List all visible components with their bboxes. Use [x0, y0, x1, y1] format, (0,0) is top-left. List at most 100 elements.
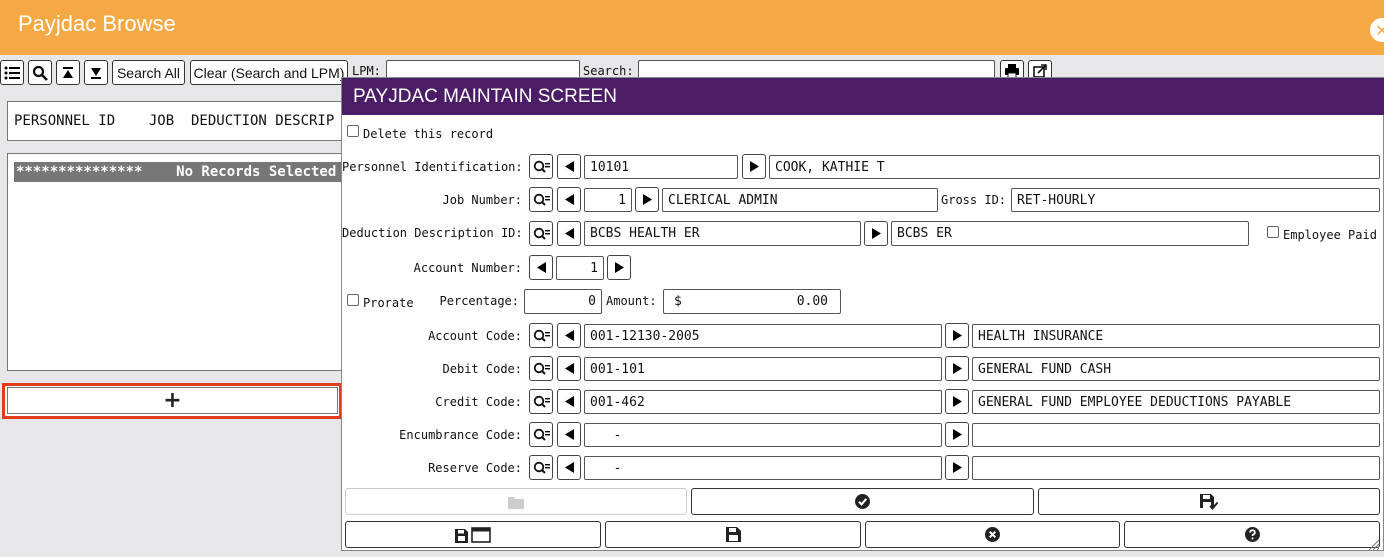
credit-code-lookup-button[interactable]: [529, 389, 553, 414]
list-item[interactable]: *************** No Records Selected: [14, 162, 352, 182]
open-folder-button[interactable]: [345, 488, 687, 515]
export-icon: [1033, 64, 1047, 78]
first-record-button[interactable]: [56, 60, 80, 85]
encumbrance-code-label: Encumbrance Code:: [399, 428, 522, 442]
help-circle-icon: [1244, 527, 1260, 542]
credit-code-next-button[interactable]: [945, 389, 969, 414]
debit-code-description: GENERAL FUND CASH: [972, 357, 1380, 381]
deduction-next-button[interactable]: [864, 221, 888, 246]
lookup-icon: [533, 461, 550, 474]
reserve-code-prev-button[interactable]: [557, 455, 581, 480]
credit-code-prev-button[interactable]: [557, 389, 581, 414]
job-next-button[interactable]: [635, 187, 659, 212]
search-all-button[interactable]: Search All: [112, 60, 185, 85]
list-view-button[interactable]: [0, 60, 24, 85]
amount-label: Amount:: [606, 294, 657, 308]
reserve-code-label: Reserve Code:: [428, 461, 522, 475]
debit-code-field[interactable]: 001-101: [584, 357, 942, 381]
account-code-description: HEALTH INSURANCE: [972, 324, 1380, 348]
triangle-left-icon: [564, 228, 574, 239]
personnel-id-field[interactable]: 10101: [584, 155, 738, 179]
account-number-field[interactable]: 1: [556, 256, 604, 280]
account-code-next-button[interactable]: [945, 323, 969, 348]
clear-search-button[interactable]: Clear (Search and LPM): [190, 60, 348, 85]
job-description-field: CLERICAL ADMIN: [662, 188, 938, 212]
prorate-checkbox[interactable]: [347, 294, 359, 306]
cancel-button[interactable]: [865, 521, 1120, 548]
search-button[interactable]: [28, 60, 52, 85]
lookup-icon: [533, 395, 550, 408]
last-record-button[interactable]: [84, 60, 108, 85]
save-new-window-button[interactable]: [345, 521, 601, 548]
triangle-left-icon: [564, 429, 574, 440]
arrow-bottom-icon: [91, 67, 101, 79]
personnel-lookup-button[interactable]: [529, 154, 553, 179]
credit-code-field[interactable]: 001-462: [584, 390, 942, 414]
deduction-id-field[interactable]: BCBS HEALTH ER: [584, 221, 861, 246]
debit-code-prev-button[interactable]: [557, 356, 581, 381]
magnifier-icon: [32, 65, 48, 81]
percentage-field[interactable]: 0: [524, 289, 602, 314]
debit-code-next-button[interactable]: [945, 356, 969, 381]
lookup-icon: [533, 362, 550, 375]
employee-paid-checkbox[interactable]: [1267, 226, 1279, 238]
job-number-field[interactable]: 1: [584, 188, 632, 212]
save-button[interactable]: [605, 521, 861, 548]
deduction-description-field: BCBS ER: [891, 221, 1249, 246]
job-lookup-button[interactable]: [529, 187, 553, 212]
debit-code-lookup-button[interactable]: [529, 356, 553, 381]
job-prev-button[interactable]: [557, 187, 581, 212]
account-code-lookup-button[interactable]: [529, 323, 553, 348]
gross-id-label: Gross ID:: [941, 193, 1007, 207]
resize-handle-icon[interactable]: [1366, 537, 1380, 551]
lookup-icon: [533, 428, 550, 441]
triangle-left-icon: [564, 396, 574, 407]
debit-code-label: Debit Code:: [442, 362, 522, 376]
account-code-prev-button[interactable]: [557, 323, 581, 348]
personnel-next-button[interactable]: [742, 154, 766, 179]
encumbrance-code-field[interactable]: -: [584, 423, 942, 447]
encumbrance-code-next-button[interactable]: [945, 422, 969, 447]
list-icon: [4, 66, 20, 79]
deduction-label: Deduction Description ID:: [342, 226, 523, 240]
triangle-left-icon: [564, 330, 574, 341]
encumbrance-code-description: [972, 423, 1380, 447]
amount-field[interactable]: $ 0.00: [663, 289, 841, 314]
deduction-prev-button[interactable]: [557, 221, 581, 246]
folder-icon: [508, 496, 524, 509]
account-number-label: Account Number:: [413, 261, 522, 275]
employee-paid-label: Employee Paid: [1283, 228, 1377, 242]
triangle-right-icon: [952, 462, 962, 473]
confirm-button[interactable]: [691, 488, 1034, 515]
arrow-top-icon: [63, 66, 73, 78]
encumbrance-code-prev-button[interactable]: [557, 422, 581, 447]
account-number-prev-button[interactable]: [529, 255, 553, 280]
lookup-icon: [533, 193, 550, 206]
personnel-label: Personnel Identification:: [342, 160, 523, 174]
lookup-icon: [533, 329, 550, 342]
personnel-prev-button[interactable]: [557, 154, 581, 179]
triangle-right-icon: [952, 330, 962, 341]
modal-title: PAYJDAC MAINTAIN SCREEN: [342, 78, 1384, 115]
reserve-code-next-button[interactable]: [945, 455, 969, 480]
title-bar: [0, 0, 1384, 55]
browse-list: [7, 153, 352, 371]
save-and-check-button[interactable]: [1038, 488, 1380, 515]
lpm-label: LPM:: [352, 64, 381, 78]
triangle-left-icon: [564, 363, 574, 374]
account-code-field[interactable]: 001-12130-2005: [584, 324, 942, 348]
delete-record-checkbox[interactable]: [347, 125, 359, 137]
triangle-left-icon: [564, 194, 574, 205]
help-button[interactable]: [1124, 521, 1380, 548]
personnel-name-field: COOK, KATHIE T: [769, 155, 1380, 179]
account-number-next-button[interactable]: [607, 255, 631, 280]
job-label: Job Number:: [442, 193, 522, 207]
reserve-code-lookup-button[interactable]: [529, 455, 553, 480]
triangle-right-icon: [871, 228, 881, 239]
add-record-button[interactable]: +: [7, 387, 338, 414]
encumbrance-code-lookup-button[interactable]: [529, 422, 553, 447]
reserve-code-field[interactable]: -: [584, 456, 942, 480]
search-label: Search:: [583, 64, 634, 78]
save-icon: [725, 527, 741, 542]
deduction-lookup-button[interactable]: [529, 221, 553, 246]
